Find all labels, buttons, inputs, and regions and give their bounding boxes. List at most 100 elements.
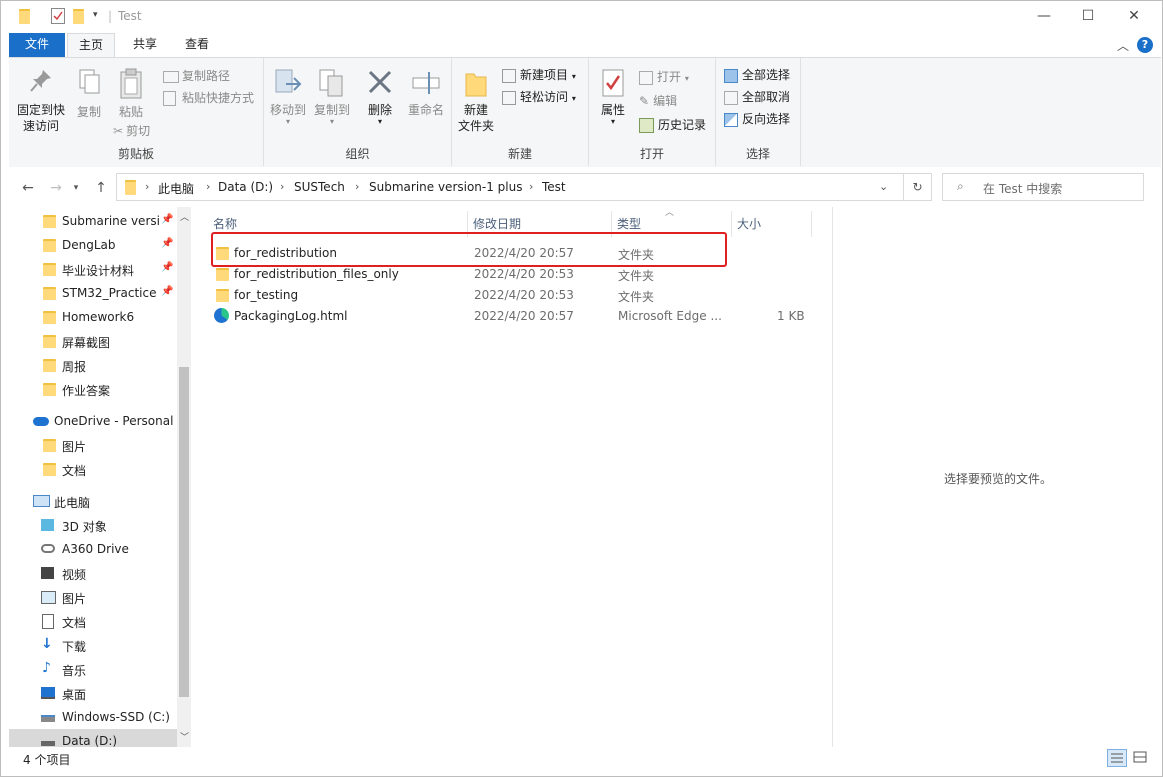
column-divider[interactable] (811, 211, 812, 237)
select-group: 全部选择 全部取消 反向选择 选择 (716, 58, 801, 166)
large-icons-view-icon[interactable] (1131, 749, 1151, 767)
search-box[interactable]: ⌕ 在 Test 中搜索 (942, 173, 1144, 201)
a360-drive-icon (41, 544, 55, 553)
desktop-icon (41, 687, 55, 699)
close-button[interactable]: ✕ (1111, 1, 1157, 33)
nav-item-onedrive-pictures[interactable]: 图片 (9, 433, 177, 457)
nav-scrollbar-thumb[interactable] (179, 367, 189, 697)
tab-file[interactable]: 文件 (9, 33, 65, 57)
tab-view[interactable]: 查看 (173, 33, 221, 57)
details-view-icon[interactable] (1107, 749, 1127, 767)
edit-button[interactable]: ✎ 编辑 (639, 92, 677, 109)
scroll-down-arrow-icon[interactable]: ﹀ (180, 730, 189, 743)
select-all-icon (724, 68, 738, 83)
nav-item-pictures[interactable]: 图片 (9, 585, 177, 609)
folder-icon (43, 383, 56, 396)
move-to-button[interactable]: 移动到 ▾ (268, 68, 308, 126)
paste-button[interactable]: 粘贴 (113, 68, 149, 120)
nav-item-onedrive[interactable]: OneDrive - Personal (9, 409, 177, 433)
breadcrumb-submarine[interactable]: Submarine version-1 plus (369, 180, 523, 194)
open-group-label: 打开 (639, 147, 664, 161)
properties-quick-icon[interactable] (51, 8, 65, 24)
history-button[interactable]: 历史记录 (639, 116, 706, 133)
open-label: 打开 (657, 70, 682, 84)
copy-path-button[interactable]: 复制路径 (163, 67, 230, 84)
window-title: Test (118, 9, 142, 23)
nav-item-screenshots[interactable]: 屏幕截图 (9, 329, 177, 353)
file-row[interactable]: PackagingLog.html 2022/4/20 20:57 Micros… (207, 306, 817, 327)
file-row[interactable]: for_testing 2022/4/20 20:53 文件夹 (207, 285, 817, 306)
delete-button[interactable]: 删除 ▾ (360, 68, 400, 126)
easy-access-button[interactable]: 轻松访问 ▾ (502, 88, 576, 105)
nav-item-this-pc[interactable]: 此电脑 (9, 489, 177, 513)
nav-scrollbar[interactable]: ︿ ﹀ (177, 207, 191, 747)
nav-item-downloads[interactable]: ↓ 下载 (9, 633, 177, 657)
open-button[interactable]: 打开 ▾ (639, 68, 689, 85)
drive-icon (41, 715, 55, 722)
nav-item-graduation[interactable]: 毕业设计材料 📌 (9, 257, 177, 281)
breadcrumb-test[interactable]: Test (542, 180, 566, 194)
new-folder-quick-icon[interactable] (73, 9, 84, 24)
nav-item-answers[interactable]: 作业答案 (9, 377, 177, 401)
nav-item-homework6[interactable]: Homework6 (9, 305, 177, 329)
nav-item-documents[interactable]: 文档 (9, 609, 177, 633)
nav-item-onedrive-documents[interactable]: 文档 (9, 457, 177, 481)
nav-item-submarine[interactable]: Submarine versic 📌 (9, 209, 177, 233)
preview-pane: 选择要预览的文件。 (832, 207, 1162, 747)
tab-home[interactable]: 主页 (67, 33, 115, 57)
nav-item-denglab[interactable]: DengLab 📌 (9, 233, 177, 257)
column-header-size[interactable]: 大小 (737, 215, 761, 232)
cut-button[interactable]: ✂ 剪切 (113, 122, 150, 139)
nav-item-3d-objects[interactable]: 3D 对象 (9, 513, 177, 537)
copy-to-button[interactable]: 复制到 ▾ (312, 68, 352, 126)
delete-x-icon (368, 70, 392, 94)
copy-path-label: 复制路径 (182, 69, 231, 83)
column-header-type[interactable]: 类型 (617, 215, 641, 232)
nav-item-desktop[interactable]: 桌面 (9, 681, 177, 705)
address-dropdown-chevron-icon[interactable]: ⌄ (879, 180, 888, 193)
paste-shortcut-button[interactable]: 粘贴快捷方式 (163, 89, 254, 106)
properties-button[interactable]: 属性 ▾ (593, 68, 633, 126)
copy-button[interactable]: 复制 (71, 68, 107, 120)
forward-arrow-icon[interactable]: → (47, 179, 65, 197)
help-icon[interactable]: ? (1137, 37, 1153, 53)
nav-item-data-d[interactable]: Data (D:) (9, 729, 177, 747)
nav-item-windows-ssd[interactable]: Windows-SSD (C:) (9, 705, 177, 729)
onedrive-cloud-icon (33, 417, 49, 426)
scroll-up-arrow-icon[interactable]: ︿ (180, 210, 189, 223)
breadcrumb-this-pc[interactable]: 此电脑 (158, 180, 194, 197)
ribbon-tabs: 文件 主页 共享 查看 ︿ ? (1, 33, 1162, 57)
breadcrumb-data-d[interactable]: Data (D:) (218, 180, 273, 194)
customize-quick-access-chevron-icon[interactable]: ▾ (93, 10, 98, 20)
nav-item-music[interactable]: ♪ 音乐 (9, 657, 177, 681)
pin-icon (30, 70, 51, 92)
nav-item-stm32[interactable]: STM32_Practice 📌 (9, 281, 177, 305)
folder-icon (43, 335, 56, 348)
new-item-button[interactable]: 新建项目 ▾ (502, 66, 576, 83)
rename-button[interactable]: 重命名 (404, 68, 448, 118)
collapse-ribbon-chevron-icon[interactable]: ︿ (1117, 37, 1129, 54)
copy-to-icon (319, 69, 343, 97)
nav-item-a360-drive[interactable]: A360 Drive (9, 537, 177, 561)
column-header-date[interactable]: 修改日期 (473, 215, 521, 232)
maximize-button[interactable]: ☐ (1065, 1, 1111, 33)
nav-item-weekly[interactable]: 周报 (9, 353, 177, 377)
minimize-button[interactable]: — (1021, 1, 1067, 33)
breadcrumb-sustech[interactable]: SUSTech (294, 180, 345, 194)
column-divider[interactable] (731, 211, 732, 237)
new-folder-button[interactable]: 新建 文件夹 (454, 68, 498, 134)
pin-label: 固定到快 速访问 (16, 103, 65, 133)
back-arrow-icon[interactable]: ← (19, 179, 37, 197)
select-all-button[interactable]: 全部选择 (724, 66, 790, 83)
column-header-name[interactable]: 名称 (213, 215, 237, 232)
recent-locations-chevron-icon[interactable]: ▾ (67, 179, 85, 197)
tab-share[interactable]: 共享 (121, 33, 169, 57)
nav-item-videos[interactable]: 视频 (9, 561, 177, 585)
file-row[interactable]: for_redistribution_files_only 2022/4/20 … (207, 264, 817, 285)
up-arrow-icon[interactable]: ↑ (92, 179, 110, 197)
address-bar[interactable]: › 此电脑 › Data (D:) › SUSTech › Submarine … (116, 173, 904, 201)
pin-quick-access-button[interactable]: 固定到快 速访问 (13, 68, 69, 134)
refresh-button[interactable]: ↻ (904, 173, 932, 201)
select-none-button[interactable]: 全部取消 (724, 88, 790, 105)
invert-selection-button[interactable]: 反向选择 (724, 110, 790, 127)
